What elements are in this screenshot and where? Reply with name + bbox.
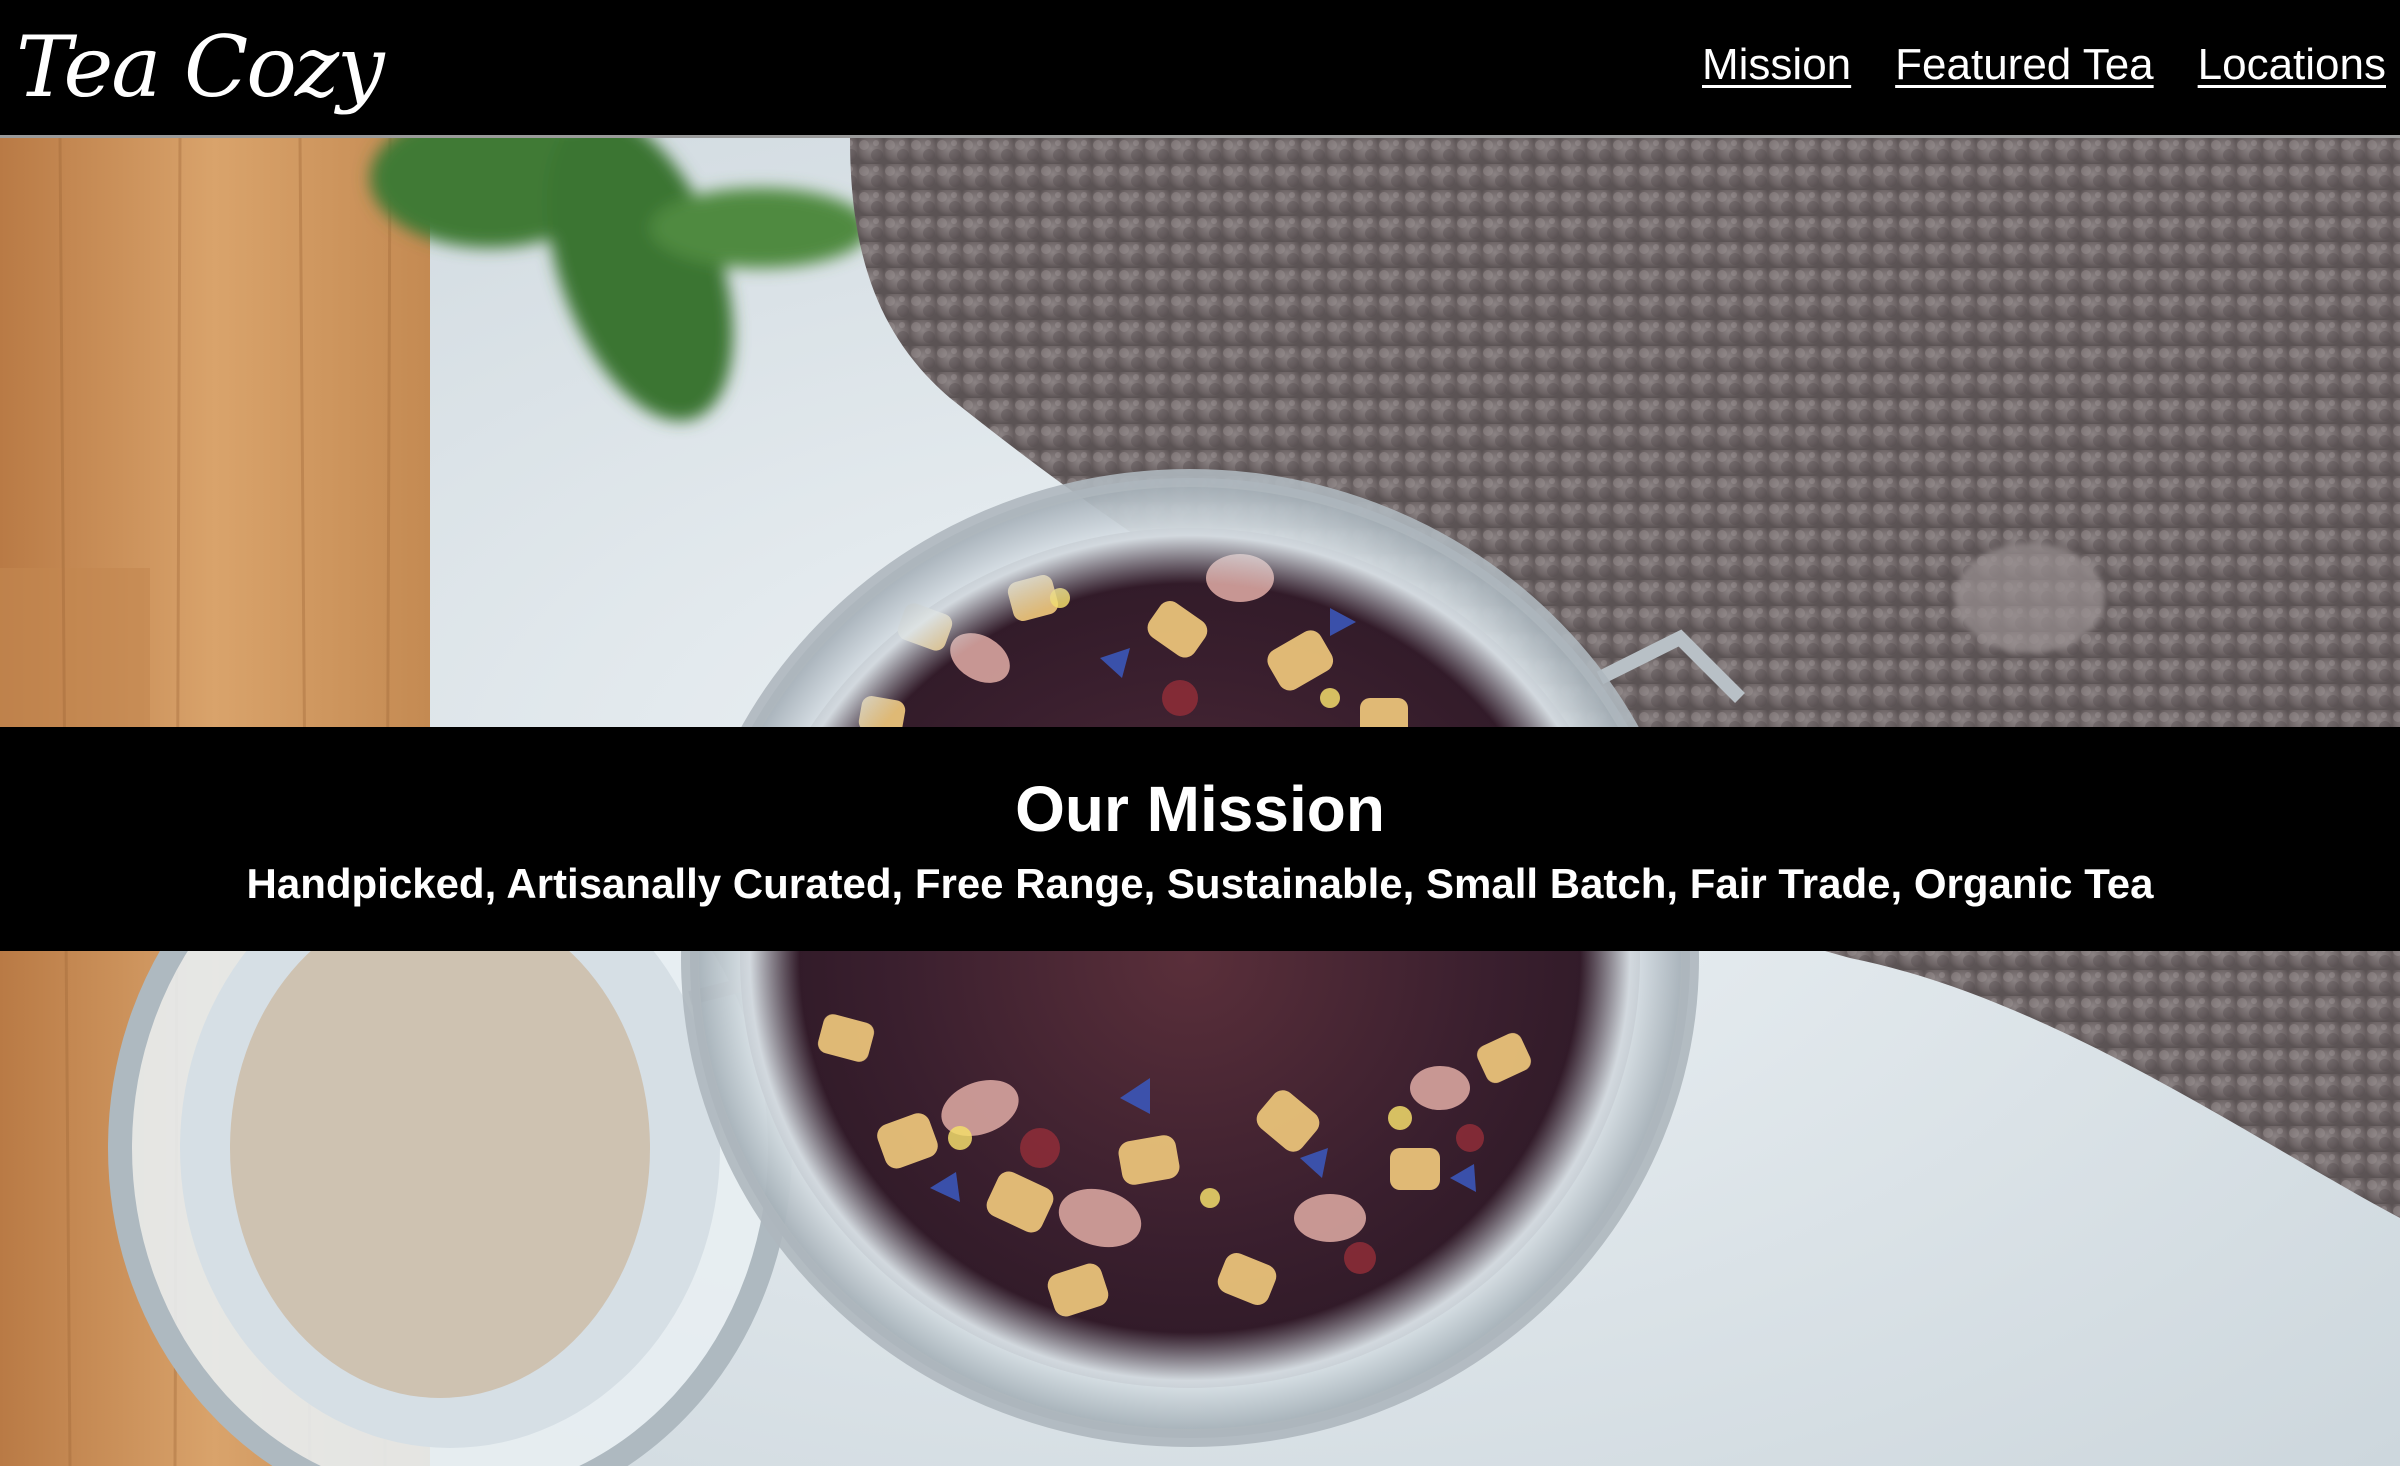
site-header: Tea Cozy Mission Featured Tea Locations [0,0,2400,138]
nav-link-featured-tea[interactable]: Featured Tea [1895,40,2153,90]
mission-banner: Our Mission Handpicked, Artisanally Cura… [0,727,2400,951]
mission-title: Our Mission [1015,773,1385,845]
nav-link-locations[interactable]: Locations [2198,40,2386,90]
logo[interactable]: Tea Cozy [16,12,385,122]
page: Tea Cozy Mission Featured Tea Locations [0,0,2400,1466]
mission-subtitle: Handpicked, Artisanally Curated, Free Ra… [246,860,2154,907]
nav-link-mission[interactable]: Mission [1702,40,1851,90]
main-nav: Mission Featured Tea Locations [1702,40,2386,90]
